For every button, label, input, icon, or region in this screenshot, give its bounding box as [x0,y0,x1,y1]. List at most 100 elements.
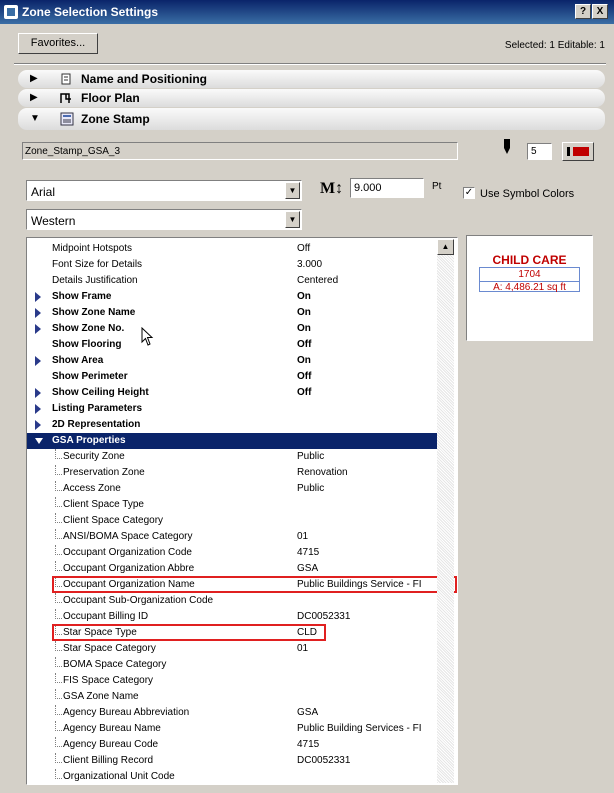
param-row[interactable]: Show Frame On [27,289,439,305]
param-row[interactable]: Occupant Billing ID DC0052331 [27,609,439,625]
param-value: Renovation [297,467,348,478]
tree-connector [55,609,62,619]
param-name: Font Size for Details [52,259,143,270]
expand-triangle-icon[interactable] [35,292,41,302]
tree-connector [55,593,62,603]
param-row[interactable]: Show Perimeter Off [27,369,439,385]
tree-connector [55,481,62,491]
app-icon [4,5,18,19]
param-row[interactable]: Agency Bureau Abbreviation GSA [27,705,439,721]
parameter-list[interactable]: Midpoint Hotspots Off Font Size for Detail… [26,237,458,785]
param-row[interactable]: BOMA Space Category [27,657,439,673]
param-name: Show Zone No. [52,323,125,334]
param-row[interactable]: Font Size for Details 3.000 [27,257,439,273]
vertical-scrollbar[interactable]: ▲ [437,239,454,783]
param-value: 3.000 [297,259,323,270]
param-row[interactable]: Show Flooring Off [27,337,439,353]
param-name: Occupant Organization Abbre [63,563,195,574]
preview-zone-name: CHILD CARE [492,253,567,267]
param-row[interactable]: Star Space Category 01 [27,641,439,657]
param-row[interactable]: Organizational Unit Code [27,769,439,784]
font-size-unit: Pt [432,181,442,192]
expand-triangle-icon[interactable] [35,308,41,318]
section-label: Zone Stamp [81,112,150,126]
scroll-up-arrow-icon[interactable]: ▲ [437,239,454,255]
param-row[interactable]: Preservation Zone Renovation [27,465,439,481]
param-group-gsa-properties[interactable]: GSA Properties [27,433,439,449]
param-row[interactable]: Midpoint Hotspots Off [27,241,439,257]
param-row[interactable]: ANSI/BOMA Space Category 01 [27,529,439,545]
tree-connector [55,753,62,763]
param-value: On [297,291,311,302]
section-zone-stamp[interactable]: ▼ Zone Stamp [18,108,605,130]
param-row[interactable]: GSA Zone Name [27,689,439,705]
dropdown-arrow-icon[interactable]: ▼ [285,182,300,199]
param-row[interactable]: Client Billing Record DC0052331 [27,753,439,769]
param-name: Listing Parameters [52,403,143,414]
param-row[interactable]: Show Zone Name On [27,305,439,321]
font-script-value: Western [31,214,76,228]
favorites-button[interactable]: Favorites... [18,33,98,54]
use-symbol-colors-label[interactable]: Use Symbol Colors [480,188,574,200]
pen-color-button[interactable] [562,142,594,161]
param-row[interactable]: Occupant Sub-Organization Code [27,593,439,609]
pen-icon [504,139,510,154]
param-row[interactable]: Show Ceiling Height Off [27,385,439,401]
section-floor-plan[interactable]: ▶ Floor Plan [18,89,605,107]
param-value: DC0052331 [297,755,351,766]
section-name-positioning[interactable]: ▶ Name and Positioning [18,70,605,88]
tree-connector [55,561,62,571]
param-value: Public [297,451,325,462]
param-name: BOMA Space Category [63,659,167,670]
param-row[interactable]: Occupant Organization Code 4715 [27,545,439,561]
zone-stamp-icon [60,112,74,126]
param-row[interactable]: Agency Bureau Name Public Building Servic… [27,721,439,737]
param-row[interactable]: Client Space Category [27,513,439,529]
param-row[interactable]: Details Justification Centered [27,273,439,289]
param-row[interactable]: Show Zone No. On [27,321,439,337]
font-size-input[interactable]: 9.000 [350,178,424,198]
param-row[interactable]: FIS Space Category [27,673,439,689]
font-size-value: 9.000 [354,182,382,194]
font-script-select[interactable]: Western ▼ [26,209,302,230]
use-symbol-colors-checkbox[interactable]: ✓ [463,187,475,199]
divider [14,63,606,65]
param-name: Agency Bureau Abbreviation [63,707,190,718]
tree-connector [55,737,62,747]
tree-connector [55,529,62,539]
pen-number-field[interactable]: 5 [527,143,552,160]
stamp-name: Zone_Stamp_GSA_3 [25,146,121,157]
expand-triangle-icon[interactable] [35,420,41,430]
param-row[interactable]: Security Zone Public [27,449,439,465]
expand-triangle-icon[interactable] [35,404,41,414]
param-row[interactable]: 2D Representation [27,417,439,433]
tree-connector [55,449,62,459]
param-row[interactable]: Client Space Type [27,497,439,513]
expand-triangle-icon[interactable] [35,388,41,398]
param-value: Off [297,339,312,350]
selection-status: Selected: 1 Editable: 1 [504,40,605,51]
param-value: GSA [297,707,319,718]
param-value: Off [297,243,311,254]
param-row[interactable]: Agency Bureau Code 4715 [27,737,439,753]
dropdown-arrow-icon[interactable]: ▼ [285,211,300,228]
param-name: 2D Representation [52,419,141,430]
param-name: Access Zone [63,483,121,494]
tree-connector [55,465,62,475]
help-button[interactable]: ? [575,4,591,19]
preview-zone-number: 1704 [518,269,541,280]
param-row[interactable]: Listing Parameters [27,401,439,417]
param-name: Midpoint Hotspots [52,243,133,254]
section-label: Name and Positioning [81,72,208,86]
param-row[interactable]: Access Zone Public [27,481,439,497]
collapse-triangle-icon[interactable] [35,438,43,444]
window-title: Zone Selection Settings [22,5,159,19]
param-row[interactable]: Occupant Organization Abbre GSA [27,561,439,577]
param-name: Organizational Unit Code [63,771,175,782]
param-row[interactable]: Show Area On [27,353,439,369]
expand-triangle-icon[interactable] [35,324,41,334]
tree-connector [55,545,62,555]
font-family-select[interactable]: Arial ▼ [26,180,302,201]
close-button[interactable]: X [592,4,608,19]
expand-triangle-icon[interactable] [35,356,41,366]
